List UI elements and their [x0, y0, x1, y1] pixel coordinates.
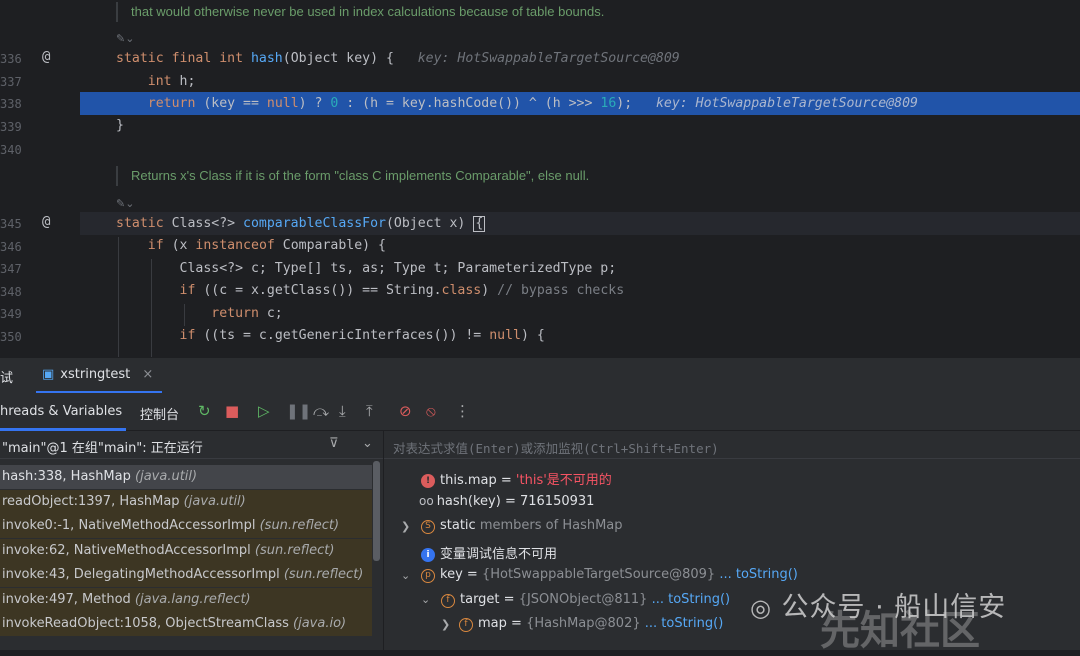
field-icon: f — [441, 594, 455, 608]
mute-breakpoints-icon[interactable]: ⦸ — [426, 403, 436, 419]
line-number: 348 — [0, 285, 22, 299]
code-line: static Class<?> comparableClassFor(Objec… — [116, 216, 486, 232]
rerun-icon[interactable]: ↻ — [198, 403, 211, 419]
line-number: 338 — [0, 97, 22, 111]
line-number: 346 — [0, 240, 22, 254]
filter-icon[interactable]: ⊽ — [329, 436, 339, 451]
line-number: 339 — [0, 120, 22, 134]
line-number: 350 — [0, 330, 22, 344]
more-options-icon[interactable]: ⋮ — [455, 403, 470, 419]
thread-selector[interactable]: "main"@1 在组"main": 正在运行 ⊽ ⌄ — [0, 431, 383, 459]
variable-row[interactable]: f target = {JSONObject@811} ... toString(… — [441, 592, 730, 608]
view-breakpoints-icon[interactable]: ⊘ — [399, 403, 412, 419]
stack-frame[interactable]: invoke:62, NativeMethodAccessorImpl (sun… — [0, 539, 372, 563]
code-comment: // bypass checks — [497, 283, 625, 298]
chevron-right-icon[interactable]: ❯ — [401, 520, 410, 533]
frames-panel: "main"@1 在组"main": 正在运行 ⊽ ⌄ hash:338, Ha… — [0, 431, 383, 650]
code-line: if (x instanceof Comparable) { — [147, 238, 386, 253]
step-into-icon[interactable]: ⤓ — [339, 403, 346, 419]
static-icon: S — [421, 520, 435, 534]
field-icon: f — [459, 618, 473, 632]
stack-frame[interactable]: invoke0:-1, NativeMethodAccessorImpl (su… — [0, 514, 372, 538]
implements-gutter-icon[interactable]: @ — [42, 214, 60, 230]
code-line-current: return (key == null) ? 0 : (h = key.hash… — [147, 96, 918, 111]
variable-row[interactable]: oo hash(key) = 716150931 — [419, 494, 594, 509]
line-number: 345 — [0, 217, 22, 231]
line-number: 337 — [0, 75, 22, 89]
code-line: int h; — [147, 74, 196, 89]
variable-row[interactable]: ! this.map = 'this'是不可用的 — [421, 469, 612, 488]
stack-frame[interactable]: readObject:1397, HashMap (java.util) — [0, 490, 372, 514]
chevron-down-icon[interactable]: ⌄ — [362, 436, 373, 451]
tab-xstringtest[interactable]: ▣ xstringtest × — [42, 358, 153, 394]
chevron-down-icon[interactable]: ⌄ — [401, 569, 410, 582]
tab-threads-variables[interactable]: hreads & Variables — [0, 404, 122, 419]
code-line: static final int hash(Object key) { key:… — [116, 51, 680, 66]
wechat-icon: ◎ — [750, 594, 772, 622]
inline-value-hint: key: HotSwappableTargetSource@809 — [417, 51, 680, 66]
debug-toolbar: hreads & Variables 控制台 ↻ ■ ▷ ❚❚ ⤼ ⤓ ⤒ ⊘ … — [0, 393, 1080, 431]
evaluate-expression-input[interactable]: 对表达式求值(Enter)或添加监视(Ctrl+Shift+Enter) — [384, 431, 1080, 459]
variable-row[interactable]: Sstatic members of HashMap — [421, 518, 623, 534]
watch-glasses-icon: oo — [419, 494, 434, 508]
thread-label: "main"@1 在组"main": 正在运行 — [2, 441, 203, 456]
variable-row[interactable]: f map = {HashMap@802} ... toString() — [459, 616, 723, 632]
stack-frame[interactable]: invoke:43, DelegatingMethodAccessorImpl … — [0, 563, 372, 587]
step-over-icon[interactable]: ⤼ — [313, 403, 329, 419]
debug-tool-title: 试 — [0, 371, 14, 386]
watermark-wechat: ◎ 公众号 · 船山信安 — [750, 592, 1007, 623]
pause-icon[interactable]: ❚❚ — [286, 403, 311, 419]
code-line: return c; — [211, 306, 283, 321]
stack-frame[interactable]: invokeReadObject:1058, ObjectStreamClass… — [0, 612, 372, 636]
info-row: i 变量调试信息不可用 — [421, 543, 557, 562]
line-number: 349 — [0, 307, 22, 321]
stack-frame[interactable]: invoke:497, Method (java.lang.reflect) — [0, 588, 372, 612]
code-line: if ((c = x.getClass()) == String.class) … — [179, 283, 625, 298]
line-number: 340 — [0, 143, 22, 157]
doc-comment: Returns x's Class if it is of the form "… — [116, 166, 1076, 186]
implements-gutter-icon[interactable]: @ — [42, 49, 60, 65]
stop-icon[interactable]: ■ — [225, 403, 239, 419]
resume-icon[interactable]: ▷ — [258, 403, 270, 419]
code-editor[interactable]: that would otherwise never be used in in… — [0, 0, 1080, 357]
tab-console[interactable]: 控制台 — [140, 404, 179, 423]
code-line: if ((ts = c.getGenericInterfaces()) != n… — [179, 328, 545, 343]
field-icon: p — [421, 569, 435, 583]
close-icon[interactable]: × — [142, 367, 153, 382]
info-icon: i — [421, 548, 435, 562]
code-line: } — [116, 118, 124, 133]
frames-scrollbar[interactable] — [373, 461, 380, 561]
inline-value-hint: key: HotSwappableTargetSource@809 — [655, 96, 918, 111]
line-number: 347 — [0, 262, 22, 276]
stack-frame[interactable]: hash:338, HashMap (java.util) — [0, 465, 372, 489]
variable-row[interactable]: p key = {HotSwappableTargetSource@809} ..… — [421, 567, 798, 583]
chevron-down-icon[interactable]: ⌄ — [421, 593, 430, 606]
chevron-right-icon[interactable]: ❯ — [441, 618, 450, 631]
doc-toggle-icon[interactable]: ✎⌄ — [116, 197, 134, 210]
error-icon: ! — [421, 474, 435, 488]
step-out-icon[interactable]: ⤒ — [366, 403, 373, 419]
line-number: 336 — [0, 52, 22, 66]
debug-tab-bar: 试 ▣ xstringtest × — [0, 357, 1080, 394]
code-line: Class<?> c; Type[] ts, as; Type t; Param… — [116, 261, 617, 276]
doc-comment: that would otherwise never be used in in… — [116, 2, 1076, 22]
doc-toggle-icon[interactable]: ✎⌄ — [116, 32, 134, 45]
tab-label: xstringtest — [60, 367, 131, 382]
run-config-icon: ▣ — [42, 367, 55, 382]
